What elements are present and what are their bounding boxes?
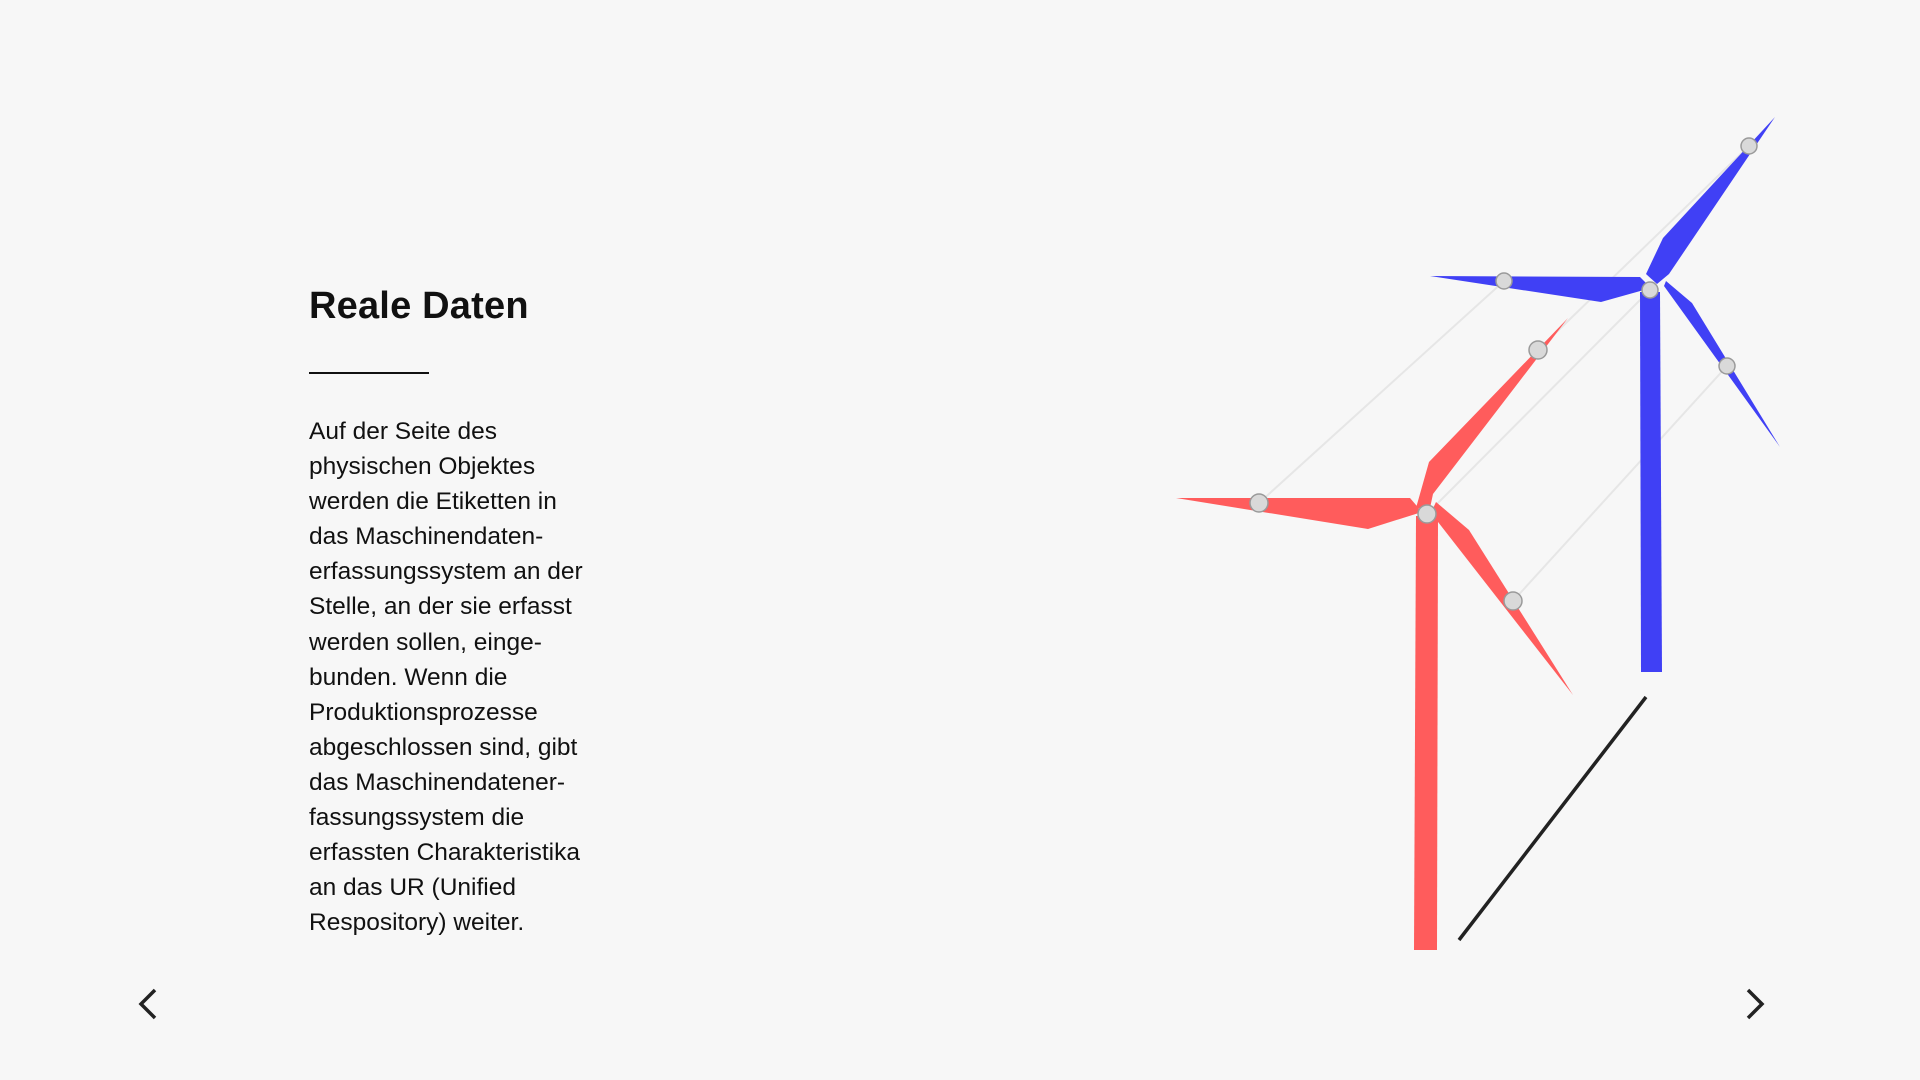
ground-line bbox=[1457, 695, 1648, 942]
physical-turbine-tower bbox=[1414, 516, 1438, 950]
next-button[interactable] bbox=[1736, 986, 1772, 1022]
wind-turbines-illustration bbox=[1176, 117, 1780, 950]
description-text: Auf der Seite des physischen Objektes we… bbox=[309, 418, 583, 937]
connector-line-top-blade bbox=[1537, 145, 1750, 351]
chevron-right-icon bbox=[1746, 988, 1765, 1020]
physical-turbine-blade-right bbox=[1431, 502, 1573, 695]
digital-turbine-blade-left bbox=[1430, 276, 1651, 302]
data-markers bbox=[1249, 137, 1758, 611]
digital-turbine-blade-top bbox=[1646, 117, 1775, 284]
previous-button[interactable] bbox=[131, 986, 167, 1022]
marker-digital-left-blade bbox=[1495, 272, 1513, 290]
title-divider bbox=[309, 372, 429, 374]
content-panel: Reale Daten Auf der Seite des physischen… bbox=[309, 282, 639, 940]
page-title: Reale Daten bbox=[309, 285, 529, 327]
marker-physical-lower-blade bbox=[1503, 591, 1523, 611]
connector-lines bbox=[1258, 145, 1750, 602]
marker-digital-hub bbox=[1641, 281, 1659, 299]
marker-digital-top-blade bbox=[1740, 137, 1758, 155]
marker-digital-lower-blade bbox=[1718, 357, 1736, 375]
marker-physical-top-blade bbox=[1528, 340, 1548, 360]
digital-turbine-tower bbox=[1640, 292, 1662, 672]
connector-line-hub bbox=[1426, 289, 1651, 515]
connector-line-left-blade bbox=[1258, 280, 1505, 504]
digital-turbine-blade-right bbox=[1664, 281, 1780, 447]
chevron-left-icon bbox=[138, 988, 157, 1020]
marker-physical-hub bbox=[1417, 504, 1437, 524]
physical-turbine bbox=[1176, 318, 1573, 950]
marker-physical-left-blade bbox=[1249, 493, 1269, 513]
physical-turbine-blade-top bbox=[1416, 318, 1568, 508]
connector-line-lower-blade bbox=[1512, 365, 1728, 602]
physical-turbine-blade-left bbox=[1176, 498, 1422, 529]
digital-turbine bbox=[1430, 117, 1780, 672]
